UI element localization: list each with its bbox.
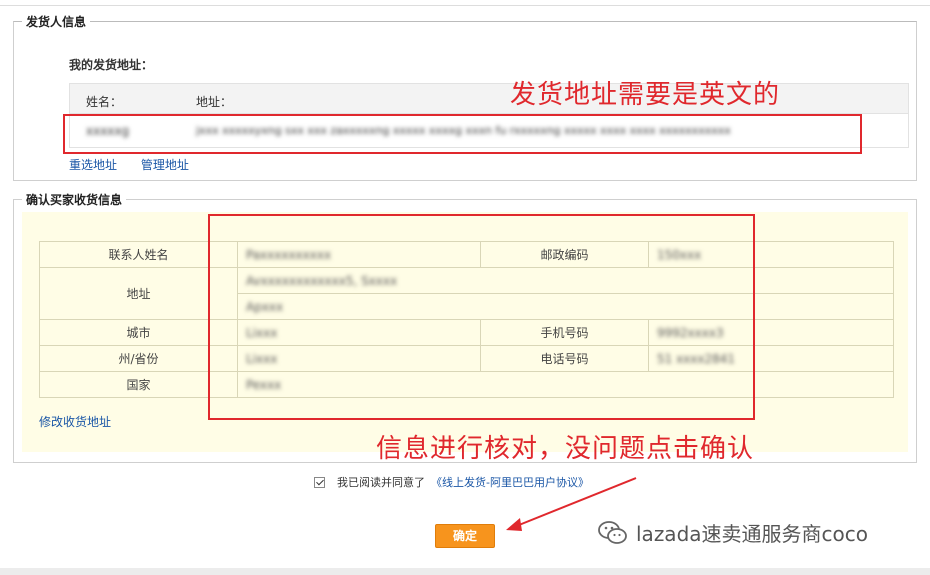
sender-info-legend: 发货人信息 (22, 13, 91, 30)
address-links: 重选地址 管理地址 (69, 156, 209, 173)
annotation-english-address: 发货地址需要是英文的 (510, 80, 781, 110)
my-shipping-address-label: 我的发货地址： (69, 58, 154, 72)
sender-info-section: 发货人信息 我的发货地址： 姓名： 地址： xxxxxg jxxx xxxxxy… (13, 13, 917, 181)
top-rule (0, 0, 930, 6)
sender-address-highlight (63, 114, 862, 154)
confirm-button[interactable]: 确定 (435, 524, 495, 548)
agreement-link[interactable]: 《线上发货-阿里巴巴用户协议》 (431, 474, 589, 490)
agreement-checkbox[interactable] (314, 476, 325, 488)
bottom-bar (0, 568, 930, 575)
agreement-text: 我已阅读并同意了 (337, 476, 425, 489)
reselect-address-link[interactable]: 重选地址 (69, 158, 117, 172)
watermark: lazada速卖通服务商coco (598, 518, 868, 547)
annotation-verify-confirm: 信息进行核对，没问题点击确认 (376, 434, 755, 464)
address-table-header: 姓名： 地址： (70, 84, 908, 114)
name-column-header: 姓名： (86, 95, 123, 109)
manage-address-link[interactable]: 管理地址 (141, 158, 189, 172)
buyer-info-highlight (208, 214, 755, 420)
watermark-text: lazada速卖通服务商coco (636, 522, 868, 546)
modify-shipping-address-link[interactable]: 修改收货地址 (39, 413, 111, 430)
address-column-header: 地址： (196, 95, 233, 109)
buyer-info-legend: 确认买家收货信息 (22, 191, 127, 208)
agreement-row: 我已阅读并同意了 《线上发货-阿里巴巴用户协议》 (314, 474, 589, 490)
wechat-icon (598, 520, 628, 546)
